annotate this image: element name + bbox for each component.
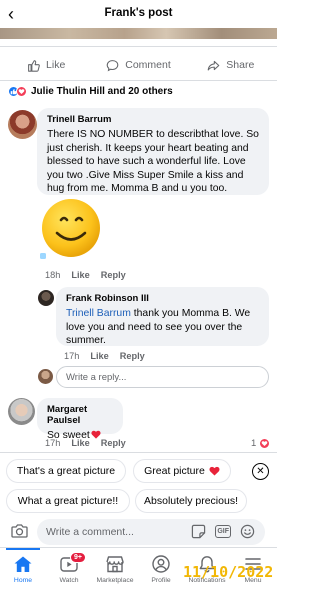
tab-profile[interactable]: Profile [138,548,184,599]
photo-date-stamp: 11/10/2022 [183,563,274,581]
comment-text: Trinell Barrum thank you Momma B. We lov… [66,307,259,348]
commenter-name[interactable]: Margaret Paulsel [47,404,113,426]
tab-label: Watch [59,577,79,584]
love-reaction-icon [16,86,27,97]
red-heart-icon [209,466,220,476]
tab-label: Profile [151,577,171,584]
marketplace-icon [106,556,124,573]
reactions-text: Julie Thulin Hill and 20 others [31,86,173,97]
comment-text: There IS NO NUMBER to describthat love. … [47,129,259,194]
suggestion-label: What a great picture!! [17,495,119,507]
suggestion-label: Great picture [144,465,205,477]
home-icon [14,556,32,572]
comment-time: 18h [45,270,61,280]
divider [0,46,277,47]
tab-home[interactable]: Home [0,548,46,599]
commenter-name[interactable]: Frank Robinson III [66,293,259,304]
page-title: Frank's post [104,7,173,19]
comment-icon [106,59,119,71]
comment-bubble: Trinell Barrum There IS NO NUMBER to des… [37,108,269,195]
share-button[interactable]: Share [185,53,277,77]
comment-button[interactable]: Comment [92,53,184,77]
reaction-count-value: 1 [251,438,257,449]
tab-watch[interactable]: 9+ Watch [46,548,92,599]
profile-icon [152,555,170,573]
notification-badge: 9+ [70,552,86,563]
comment-like-link[interactable]: Like [71,270,89,280]
comment-time: 17h [64,351,80,361]
suggestion-label: Absolutely precious! [144,495,238,507]
divider [0,80,277,81]
comment-reply-link[interactable]: Reply [101,438,126,448]
comment-like-link[interactable]: Like [71,438,89,448]
comment-like-link[interactable]: Like [90,351,108,361]
comment-composer: Write a comment... GIF [0,516,277,546]
avatar[interactable] [8,398,35,425]
comment-reply-link[interactable]: Reply [120,351,145,361]
reply-bubble: Frank Robinson III Trinell Barrum thank … [56,287,269,346]
avatar [38,369,53,384]
camera-icon[interactable] [11,523,28,538]
post-photo[interactable] [0,28,277,39]
top-bar: ‹ Frank's post [0,0,277,28]
share-label: Share [226,59,255,71]
comment-meta: 18h Like Reply [45,270,126,280]
share-icon [207,60,220,70]
mention-link[interactable]: Trinell Barrum [66,308,131,319]
suggestion-chip[interactable]: That's a great picture [6,459,126,483]
like-button[interactable]: Like [0,53,92,77]
tab-label: Marketplace [96,577,134,584]
comment-meta: 17h Like Reply [45,438,126,448]
commenter-name[interactable]: Trinell Barrum [47,114,259,125]
smiley-sticker-icon [40,199,100,259]
reactions-summary[interactable]: Julie Thulin Hill and 20 others [8,86,173,97]
suggestion-chip[interactable]: What a great picture!! [6,489,130,513]
comment-meta: 17h Like Reply [64,351,145,361]
suggestion-chip[interactable]: Great picture [133,459,231,483]
active-tab-indicator [6,548,40,550]
comment-reaction-count[interactable]: 1 [251,438,271,449]
comment-reply-link[interactable]: Reply [101,270,126,280]
suggestion-label: That's a great picture [16,465,116,477]
comment-placeholder: Write a comment... [46,526,134,538]
suggestion-chip[interactable]: Absolutely precious! [135,489,247,513]
comment-label: Comment [125,59,171,71]
close-suggestions-icon[interactable]: ✕ [252,463,269,480]
reply-input[interactable]: Write a reply... [56,366,269,388]
comment-input[interactable]: Write a comment... GIF [37,519,265,545]
comment-bubble: Margaret Paulsel So sweet [37,398,123,441]
post-actions: Like Comment Share [0,53,277,77]
thumbs-up-icon [28,59,40,72]
love-reaction-icon [259,438,271,449]
like-label: Like [46,59,66,71]
avatar[interactable] [8,110,37,139]
avatar[interactable] [38,290,54,306]
emoji-icon[interactable] [240,524,255,539]
sticker-icon[interactable] [191,524,206,539]
divider [0,452,277,453]
tab-label: Home [13,577,33,584]
comment-time: 17h [45,438,61,448]
tab-marketplace[interactable]: Marketplace [92,548,138,599]
gif-icon[interactable]: GIF [215,525,231,538]
